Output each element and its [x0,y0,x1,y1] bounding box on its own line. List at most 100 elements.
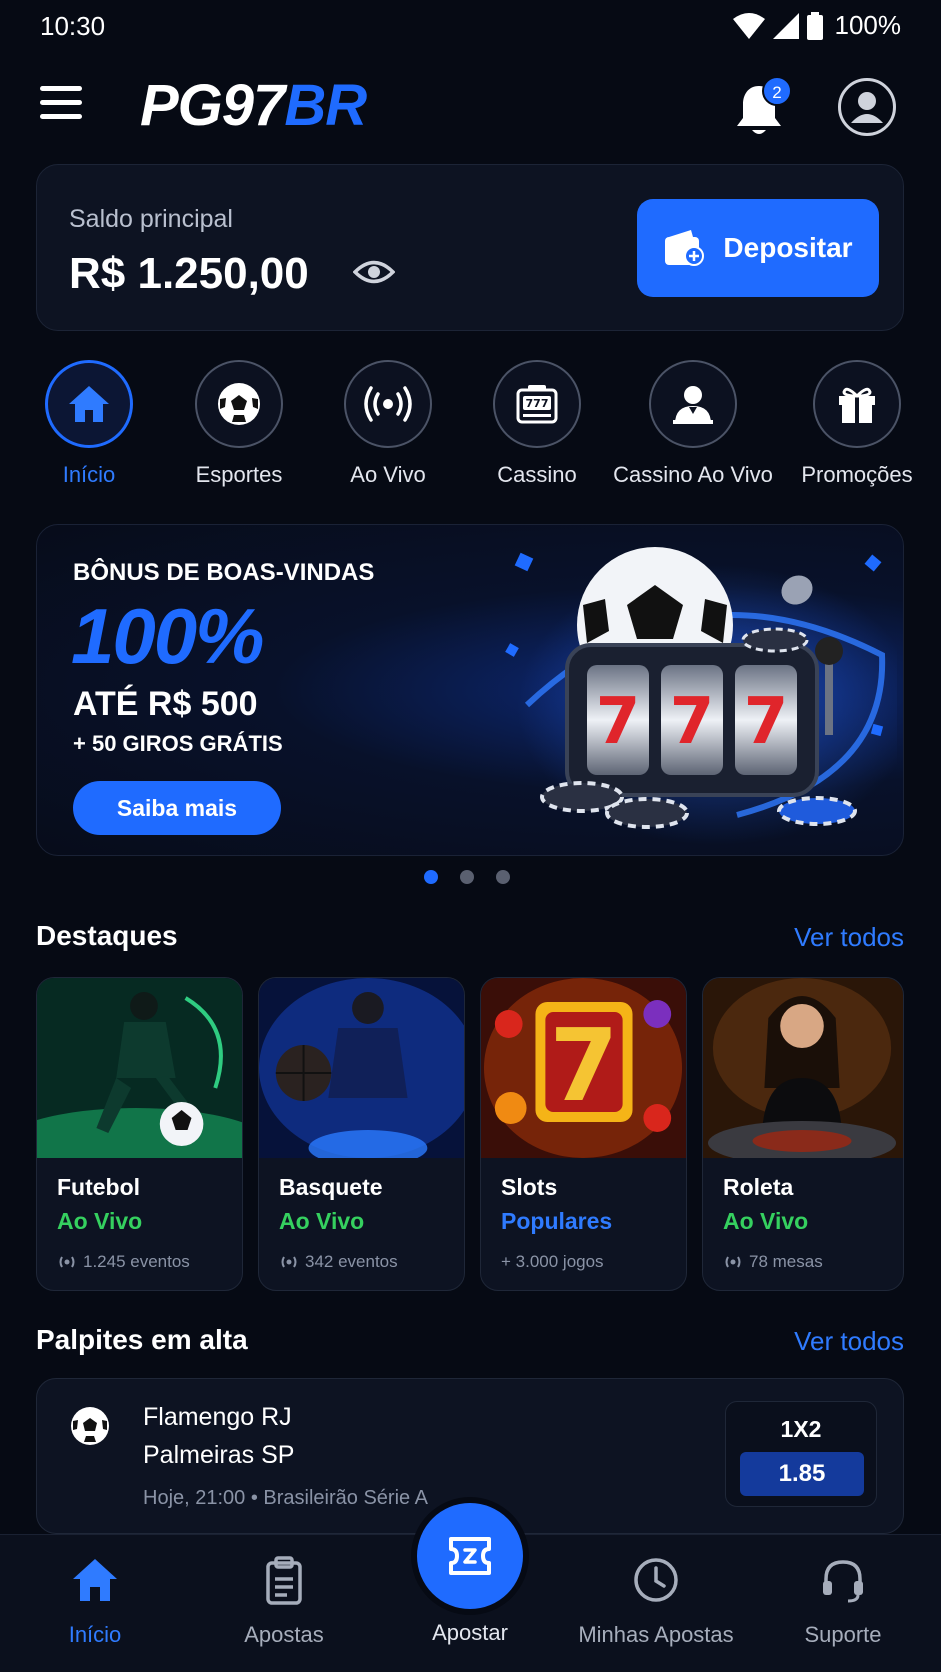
category-label: Início [62,462,116,487]
basketball-player-image [259,978,464,1166]
eye-icon[interactable] [353,257,395,287]
status-icons: 100% [732,10,902,41]
highlights-see-all-link[interactable]: Ver todos [794,922,904,953]
nav-apostas[interactable]: Apostas [194,1555,374,1648]
live-icon [59,1256,75,1268]
category-icon-frame [195,360,283,448]
nav-suporte[interactable]: Suporte [753,1555,933,1648]
away-team: Palmeiras SP [143,1441,295,1469]
category-icon-frame [813,360,901,448]
logo-accent: BR [284,73,367,138]
home-icon [69,386,109,422]
nav-label: Início [68,1622,122,1647]
battery-percent: 100% [834,10,902,40]
card-title: Basquete [279,1174,383,1200]
soccer-ball-icon [71,1407,109,1445]
nav-label: Minhas Apostas [578,1622,734,1647]
card-subtitle: Populares [501,1208,613,1234]
home-icon [73,1559,117,1601]
category-promocoes[interactable]: Promoções [777,360,937,488]
odd-button[interactable]: 1.85 [740,1452,864,1496]
category-cassino-ao-vivo[interactable]: Cassino Ao Vivo [613,360,773,488]
tips-title: Palpites em alta [36,1324,248,1355]
category-inicio[interactable]: Início [9,360,169,488]
card-subtitle: Ao Vivo [279,1208,365,1234]
card-title: Futebol [57,1174,141,1200]
category-label: Cassino [497,462,577,487]
banner-percent: 100% [71,592,264,680]
place-bet-button[interactable] [417,1503,523,1609]
card-subtitle: Ao Vivo [723,1208,809,1234]
clock-icon [634,1558,678,1602]
category-icon-frame [45,360,133,448]
ticket-icon [449,1537,491,1575]
carousel-dot[interactable] [424,870,438,884]
balance-value: R$ 1.250,00 [69,249,309,298]
card-title: Roleta [723,1174,794,1200]
reel-digit: 7 [670,685,715,759]
card-meta-text: + 3.000 jogos [501,1252,604,1271]
tips-see-all-link[interactable]: Ver todos [794,1326,904,1357]
category-icon-frame [649,360,737,448]
slot-machine-icon: 777 [516,385,558,424]
avatar-button[interactable] [838,78,896,136]
card-subtitle: Ao Vivo [57,1208,143,1234]
status-time: 10:30 [40,11,106,41]
category-ao-vivo[interactable]: Ao Vivo [308,360,468,488]
card-meta-text: 1.245 eventos [83,1252,190,1271]
highlight-card-basquete[interactable]: Basquete Ao Vivo 342 eventos [258,977,465,1291]
wifi-icon [732,12,765,39]
balance-label: Saldo principal [69,205,233,233]
category-label: Esportes [195,462,283,487]
nav-label: Suporte [804,1622,882,1647]
carousel-dot[interactable] [496,870,510,884]
deposit-button[interactable]: Depositar [637,199,879,297]
reel-digit: 7 [596,685,641,759]
reel-digit: 7 [744,685,789,759]
promo-banner[interactable]: BÔNUS DE BOAS-VINDAS 100% ATÉ R$ 500 + 5… [36,524,904,856]
banner-kicker: BÔNUS DE BOAS-VINDAS [73,559,375,586]
user-icon [851,92,883,123]
card-meta-text: 342 eventos [305,1252,398,1271]
card-meta: 1.245 eventos [57,1252,190,1272]
nav-minhas-apostas[interactable]: Minhas Apostas [566,1555,746,1648]
banner-spins: + 50 GIROS GRÁTIS [73,731,283,756]
category-esportes[interactable]: Esportes [159,360,319,488]
carousel-dot[interactable] [460,870,474,884]
highlight-card-roleta[interactable]: Roleta Ao Vivo 78 mesas [702,977,904,1291]
signal-icon [772,12,799,39]
headset-icon [823,1560,863,1603]
clipboard-icon [266,1556,302,1605]
carousel-dots [424,870,510,884]
wallet-add-icon [665,230,705,266]
home-team: Flamengo RJ [143,1403,292,1431]
banner-cta-button[interactable]: Saiba mais [73,781,281,835]
highlight-card-slots[interactable]: 7 Slots Populares + 3.000 jogos [480,977,687,1291]
card-meta: 78 mesas [723,1252,823,1272]
menu-button[interactable] [40,86,88,126]
logo: PG97BR [140,70,367,142]
gift-icon [839,387,875,423]
market-label: 1X2 [780,1416,822,1442]
banner-amount: ATÉ R$ 500 [73,685,258,723]
card-meta: 342 eventos [279,1252,398,1272]
notification-badge: 2 [762,76,792,106]
odd-box: 1X2 1.85 [725,1401,877,1507]
dealer-icon [673,386,713,424]
nav-inicio[interactable]: Início [5,1555,185,1648]
slot-machine-illustration: 7 7 7 [505,547,897,845]
live-icon [281,1256,297,1268]
app-header: PG97BR 2 [0,62,941,154]
category-icon-frame: 777 [493,360,581,448]
logo-main: PG97 [140,73,285,138]
card-meta: + 3.000 jogos [501,1252,604,1272]
category-label: Ao Vivo [350,462,426,487]
category-icon-frame [344,360,432,448]
deposit-label: Depositar [723,232,853,263]
card-title: Slots [501,1174,558,1200]
highlight-card-futebol[interactable]: Futebol Ao Vivo 1.245 eventos [36,977,243,1291]
soccer-player-image [37,978,242,1188]
place-bet-label: Apostar [432,1620,508,1645]
soccer-ball-icon [218,383,260,425]
category-cassino[interactable]: 777 Cassino [457,360,617,488]
